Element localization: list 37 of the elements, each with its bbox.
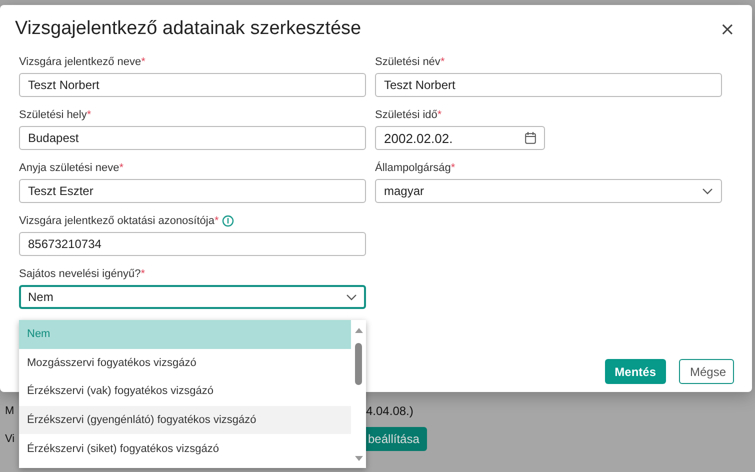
text-field[interactable]: Budapest	[19, 126, 366, 150]
cancel-button[interactable]: Mégse	[679, 359, 734, 384]
field-value: magyar	[384, 184, 424, 198]
field-value: 2002.02.02.	[384, 130, 453, 146]
background-text: Vi	[5, 433, 16, 445]
date-field[interactable]: 2002.02.02.	[375, 126, 545, 150]
info-icon[interactable]	[222, 215, 234, 227]
field-label: Születési idő*	[375, 109, 442, 121]
close-button[interactable]: ×	[712, 18, 743, 40]
field-label: Állampolgárság*	[375, 162, 456, 174]
dialog-title: Vizsgajelentkező adatainak szerkesztése	[15, 18, 362, 40]
chevron-down-icon	[702, 188, 713, 194]
scroll-up-icon[interactable]	[354, 327, 364, 333]
calendar-icon[interactable]	[525, 132, 536, 144]
field-label: Vizsgára jelentkező neve*	[19, 56, 146, 68]
dropdown-option[interactable]: Érzékszervi (vak) fogyatékos vizsgázó	[19, 377, 351, 406]
text-field[interactable]: Teszt Norbert	[19, 73, 366, 97]
chevron-down-icon	[346, 294, 357, 300]
field-label: Anyja születési neve*	[19, 162, 124, 174]
field-label: Születési hely*	[19, 109, 92, 121]
text-field[interactable]: Teszt Norbert	[375, 73, 722, 97]
dropdown-option[interactable]: Érzékszervi (siket) fogyatékos vizsgázó	[19, 434, 351, 463]
scroll-down-icon[interactable]	[354, 456, 364, 462]
text-field[interactable]: Teszt Eszter	[19, 179, 366, 203]
background-text: M	[5, 405, 16, 417]
field-value: Nem	[28, 290, 54, 304]
field-label: Sajátos nevelési igényű?*	[19, 268, 145, 280]
field-label: Vizsgára jelentkező oktatási azonosítója*	[19, 215, 219, 227]
save-button[interactable]: Mentés	[604, 359, 666, 384]
background-text: 4.04.08.)	[365, 404, 414, 418]
dropdown-option[interactable]: Érzékszervi (gyengénlátó) fogyatékos vizsgázó	[19, 406, 351, 434]
scrollbar-thumb[interactable]	[355, 343, 362, 385]
dropdown-option[interactable]: Mozgásszervi fogyatékos vizsgázó	[19, 348, 351, 378]
select-field[interactable]: Nem	[19, 285, 366, 309]
text-field[interactable]: 85673210734	[19, 232, 366, 256]
select-field[interactable]: magyar	[375, 179, 722, 203]
field-label: Születési név*	[375, 56, 445, 68]
